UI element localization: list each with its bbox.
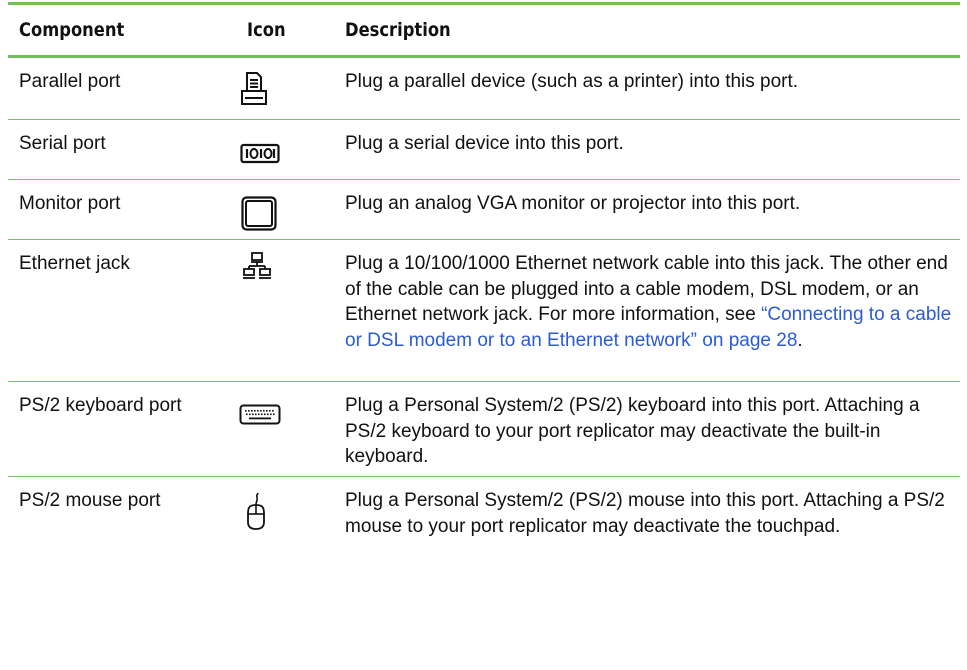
header-icon: Icon <box>247 19 286 41</box>
header-description: Description <box>345 19 451 41</box>
header-component: Component <box>19 19 125 41</box>
monitor-icon <box>241 196 277 232</box>
table-row: Serial port Plug a serial device into th… <box>8 120 960 180</box>
component-description: Plug a serial device into this port. <box>345 133 624 154</box>
component-name: Parallel port <box>19 71 121 92</box>
serial-port-icon <box>240 143 280 165</box>
description-end: . <box>797 329 803 351</box>
component-name: Monitor port <box>19 193 121 214</box>
mouse-icon <box>245 493 267 531</box>
ports-table: Component Icon Description Parallel port… <box>8 2 960 572</box>
table-row: Ethernet jack Plug a 10/100/1000 Etherne… <box>8 240 960 382</box>
component-description: Plug a Personal System/2 (PS/2) mouse in… <box>345 490 945 537</box>
table-row: PS/2 keyboard port Plug a Personal Syste… <box>8 382 960 477</box>
table-row: Monitor port Plug an analog VGA monitor … <box>8 180 960 240</box>
table-row: PS/2 mouse port Plug a Personal System/2… <box>8 477 960 572</box>
component-name: PS/2 mouse port <box>19 490 161 511</box>
component-description: Plug an analog VGA monitor or projector … <box>345 193 801 214</box>
component-description: Plug a 10/100/1000 Ethernet network cabl… <box>345 240 960 381</box>
network-icon <box>243 252 271 280</box>
component-description: Plug a Personal System/2 (PS/2) keyboard… <box>345 395 920 467</box>
table-header: Component Icon Description <box>8 2 960 58</box>
table-row: Parallel port Plug a parallel device (su… <box>8 58 960 120</box>
component-description: Plug a parallel device (such as a printe… <box>345 71 799 92</box>
component-name: Serial port <box>19 133 106 154</box>
component-name: PS/2 keyboard port <box>19 395 182 416</box>
component-name: Ethernet jack <box>19 253 130 274</box>
keyboard-icon <box>239 404 281 426</box>
parallel-printer-icon <box>241 71 267 107</box>
